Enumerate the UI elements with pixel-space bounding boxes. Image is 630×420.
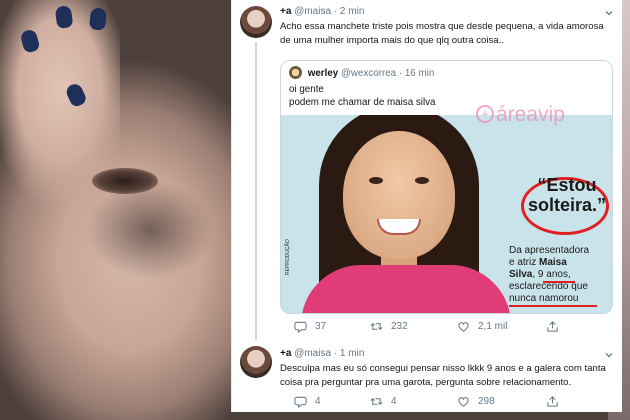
plus-icon: + [476, 105, 494, 123]
display-name[interactable]: +a [280, 348, 291, 359]
quoted-tweet[interactable]: werley @wexcorrea · 16 min oi gente pode… [280, 60, 613, 314]
watermark-text: áreavip [496, 103, 565, 126]
tweet-actions: 4 4 298 [280, 395, 615, 411]
tweet-text-line: Desculpa mas eu só consegui pensar nisso… [280, 363, 606, 374]
tweet-text-line: Acho essa manchete triste pois mostra qu… [280, 21, 604, 32]
caption-text: e atriz [509, 257, 540, 268]
retweet-icon [370, 397, 383, 406]
retweet-icon [370, 322, 383, 331]
photo-eye [369, 177, 383, 184]
retweet-button[interactable]: 232 [370, 320, 408, 333]
handle[interactable]: @maisa [294, 348, 331, 359]
tweet-1[interactable]: +a @maisa · 2 min Acho essa manchete tri… [232, 0, 623, 340]
caption-line: nunca namorou [509, 293, 579, 304]
retweet-count: 4 [391, 396, 397, 407]
photo-eye [415, 177, 429, 184]
chevron-down-icon[interactable] [604, 350, 614, 360]
avatar[interactable] [240, 346, 272, 378]
display-name[interactable]: +a [280, 6, 291, 17]
avatar[interactable] [240, 6, 272, 38]
caption-name: Silva [509, 269, 533, 280]
separator-dot: · [333, 348, 338, 359]
heart-icon [458, 322, 469, 332]
share-icon [547, 321, 558, 332]
tweet-header: +a @maisa · 1 min [280, 348, 364, 359]
quoted-text-line: oi gente [289, 84, 324, 95]
quoted-avatar [289, 66, 302, 79]
tweet-thread-card: +a @maisa · 2 min Acho essa manchete tri… [231, 0, 622, 412]
retweet-count: 232 [391, 321, 408, 332]
photo-shirt [301, 265, 511, 313]
tweet-text: Acho essa manchete triste pois mostra qu… [280, 20, 615, 48]
like-button[interactable]: 2,1 mil [457, 320, 507, 333]
reply-icon [294, 396, 307, 408]
photo-face [343, 131, 455, 259]
caption-name: Maisa [539, 257, 567, 268]
share-button[interactable] [546, 395, 559, 408]
timestamp[interactable]: 1 min [340, 348, 364, 359]
tweet-text: Desculpa mas eu só consegui pensar nisso… [280, 362, 615, 390]
quoted-handle: @wexcorrea [340, 68, 397, 79]
reply-button[interactable]: 37 [294, 320, 326, 333]
like-button[interactable]: 298 [457, 395, 495, 408]
tweet-text-line: coisa pra perguntar pra uma garota, perg… [280, 377, 572, 388]
tweet-actions: 37 232 2,1 mil [280, 320, 615, 336]
caption-text: , 9 anos, [532, 269, 571, 280]
caption-underline [543, 281, 575, 283]
share-button[interactable] [546, 320, 559, 333]
tweet-header: +a @maisa · 2 min [280, 6, 364, 17]
reply-count: 4 [315, 396, 321, 407]
headline-text: “Estou solteira.” [527, 175, 607, 215]
retweet-button[interactable]: 4 [370, 395, 397, 408]
separator-dot: · [333, 6, 338, 17]
quoted-timestamp: 16 min [404, 68, 435, 79]
chevron-down-icon[interactable] [604, 8, 614, 18]
watermark-logo: + áreavip [476, 103, 565, 127]
reply-count: 37 [315, 321, 327, 332]
nail-polish [89, 7, 107, 31]
caption-line: Da apresentadora [509, 245, 590, 256]
like-count: 2,1 mil [478, 321, 508, 332]
tweet-2[interactable]: +a @maisa · 1 min Desculpa mas eu só con… [232, 340, 623, 412]
share-icon [547, 396, 558, 407]
caption-underline [509, 305, 597, 307]
separator-dot: · [398, 68, 403, 79]
reply-button[interactable]: 4 [294, 395, 321, 408]
timestamp[interactable]: 2 min [340, 6, 364, 17]
background-eye [92, 168, 158, 194]
reply-icon [294, 321, 307, 333]
quoted-tweet-image[interactable]: “Estou solteira.” Da apresentadora e atr… [281, 115, 612, 313]
quoted-tweet-text: oi gente podem me chamar de maisa silva [289, 83, 435, 109]
headline-line: solteira.” [527, 195, 607, 215]
headline-line: “Estou [537, 175, 597, 195]
heart-icon [458, 397, 469, 407]
quoted-tweet-header: werley @wexcorrea · 16 min [289, 66, 434, 79]
quoted-display-name: werley [307, 68, 339, 79]
photo-caption: Da apresentadora e atriz Maisa Silva, 9 … [509, 245, 609, 305]
handle[interactable]: @maisa [294, 6, 331, 17]
like-count: 298 [478, 396, 495, 407]
tweet-text-line: de uma mulher importa mais do que qlq ou… [280, 35, 504, 46]
quoted-text-line: podem me chamar de maisa silva [289, 97, 436, 108]
photo-credit: REPRODUÇÃO [285, 239, 291, 275]
